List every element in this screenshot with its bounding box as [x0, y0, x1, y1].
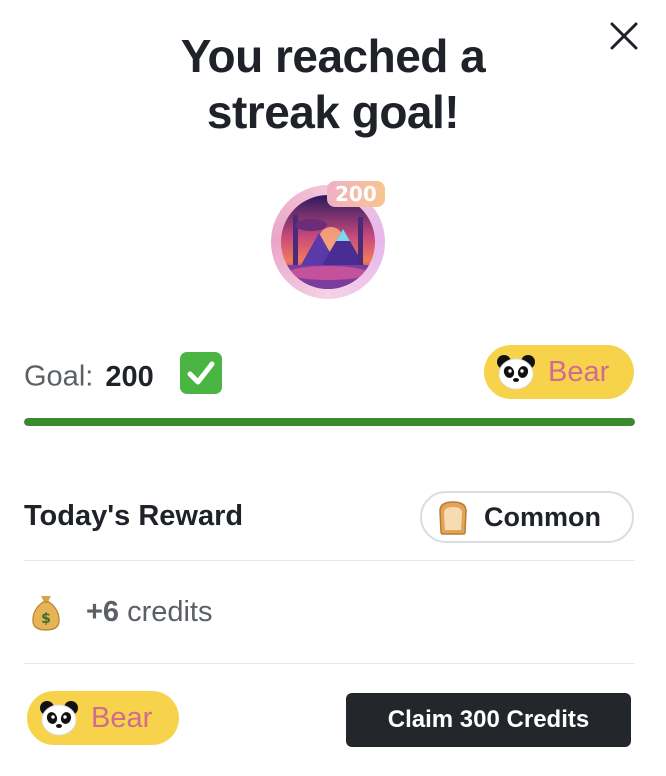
goal-progress-fill — [24, 418, 635, 426]
title-line-1: You reached a — [180, 30, 486, 82]
rarity-label: Common — [484, 501, 601, 532]
title-line-2: streak goal! — [206, 86, 460, 138]
streak-goal-modal: You reached a streak goal! 200 Goal: 200… — [0, 0, 666, 776]
footer-tier-label: Bear — [91, 701, 153, 734]
tier-label: Bear — [548, 355, 610, 388]
modal-title: You reached a streak goal! — [0, 28, 666, 140]
credits-row: $ +6 credits — [30, 590, 213, 634]
panda-icon — [497, 355, 535, 390]
claim-credits-button[interactable]: Claim 300 Credits — [346, 693, 631, 747]
credits-amount: +6 — [86, 595, 120, 628]
divider — [24, 560, 635, 561]
rarity-pill: Common — [420, 491, 634, 543]
avatar-image — [281, 195, 375, 289]
svg-text:$: $ — [41, 611, 51, 627]
divider — [24, 663, 635, 664]
bread-icon — [439, 501, 467, 535]
goal-text: Goal: 200 — [24, 352, 222, 399]
tier-pill: Bear — [484, 345, 634, 399]
footer-tier-pill: Bear — [27, 691, 179, 745]
reward-title: Today's Reward — [24, 500, 244, 532]
white-heavy-check-mark-icon — [179, 352, 222, 394]
streak-badge-avatar: 200 — [271, 181, 387, 301]
goal-progress-bar — [24, 418, 635, 426]
goal-label: Goal: — [24, 360, 94, 393]
money-bag-icon: $ — [32, 596, 60, 631]
streak-count-badge: 200 — [327, 181, 385, 207]
goal-value: 200 — [105, 360, 154, 393]
panda-icon — [40, 701, 78, 736]
credits-unit: credits — [127, 595, 213, 628]
goal-row: Goal: 200 Bear — [24, 345, 634, 401]
